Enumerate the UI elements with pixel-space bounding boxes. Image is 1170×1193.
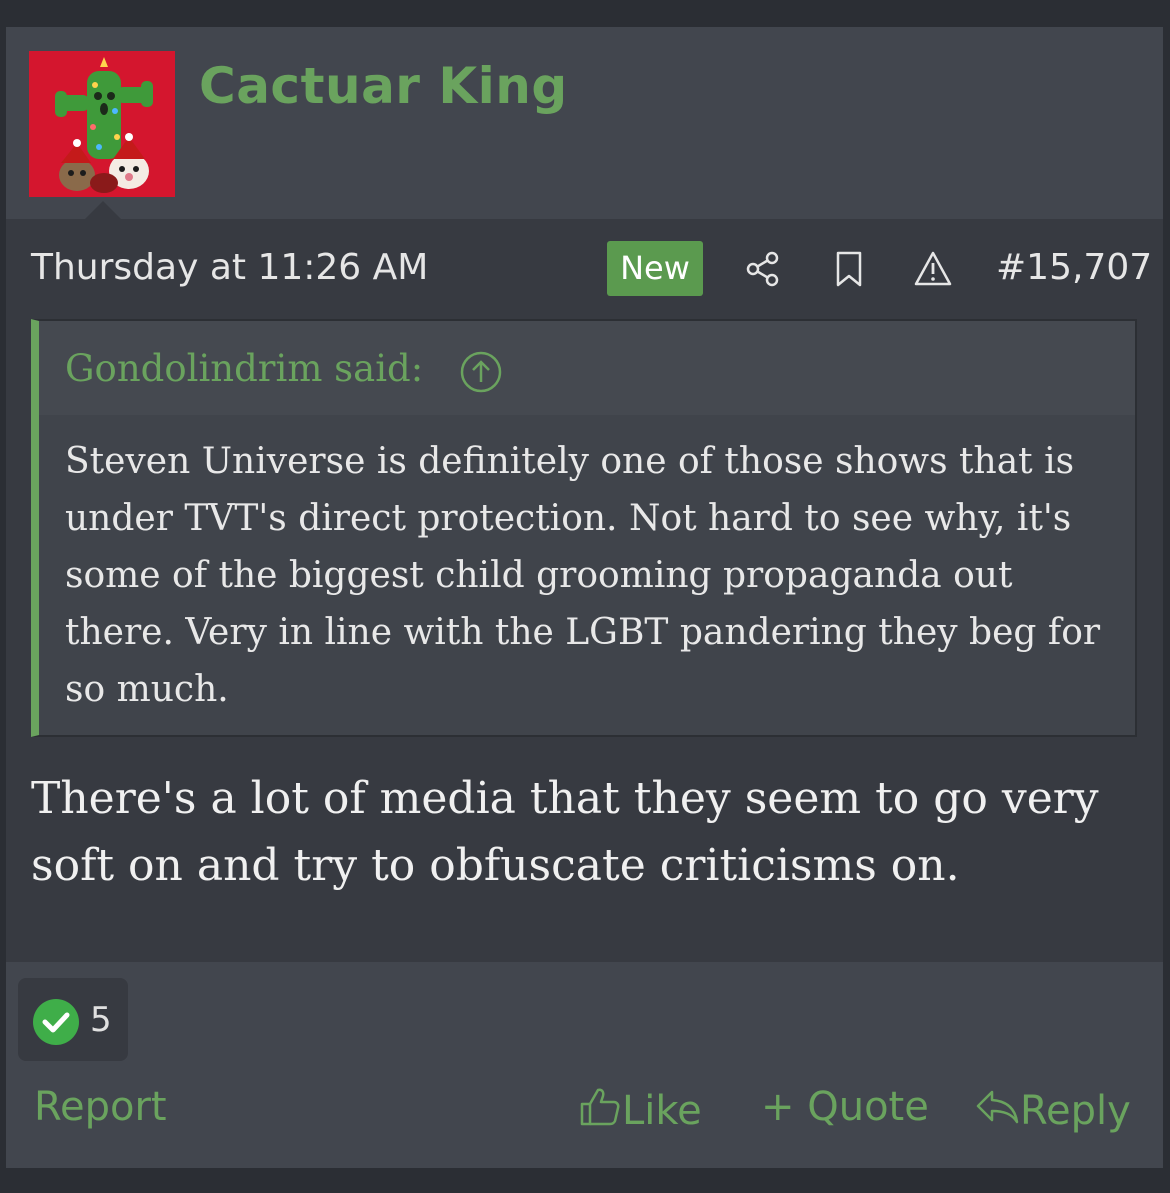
reaction-count: 5 <box>90 1000 112 1040</box>
reaction-summary[interactable]: 5 <box>18 978 128 1061</box>
post: Cactuar King Thursday at 11:26 AM New #1… <box>6 27 1163 1168</box>
report-button[interactable]: Report <box>34 1084 167 1130</box>
new-badge: New <box>607 241 703 296</box>
check-circle-icon <box>33 999 79 1045</box>
like-label: Like <box>622 1088 702 1134</box>
post-number[interactable]: #15,707 <box>996 247 1152 288</box>
thumbs-up-icon <box>580 1088 620 1126</box>
quote-button[interactable]: + Quote <box>761 1084 929 1130</box>
reply-button[interactable]: Reply <box>974 1084 1131 1134</box>
avatar[interactable] <box>29 51 175 197</box>
post-message: There's a lot of media that they seem to… <box>31 773 1099 891</box>
avatar-pointer <box>85 201 121 219</box>
warning-icon[interactable] <box>913 249 953 289</box>
post-date[interactable]: Thursday at 11:26 AM <box>31 247 428 288</box>
post-meta: Thursday at 11:26 AM New #15,707 <box>6 239 1163 299</box>
post-footer: 5 Report Like + Quote Reply <box>6 962 1163 1168</box>
quote-author[interactable]: Gondolindrim said: <box>65 347 423 390</box>
arrow-up-circle-icon[interactable] <box>459 350 503 394</box>
username[interactable]: Cactuar King <box>199 57 568 115</box>
quote-text: Steven Universe is definitely one of tho… <box>65 441 1101 710</box>
quote-header: Gondolindrim said: <box>39 321 1135 415</box>
quote-block: Gondolindrim said: Steven Universe is de… <box>31 319 1137 737</box>
bookmark-icon[interactable] <box>829 249 869 289</box>
like-button[interactable]: Like <box>578 1084 702 1134</box>
share-icon[interactable] <box>743 249 783 289</box>
reply-label: Reply <box>1020 1088 1131 1134</box>
reply-icon <box>976 1090 1019 1124</box>
post-header: Cactuar King <box>6 27 1163 219</box>
